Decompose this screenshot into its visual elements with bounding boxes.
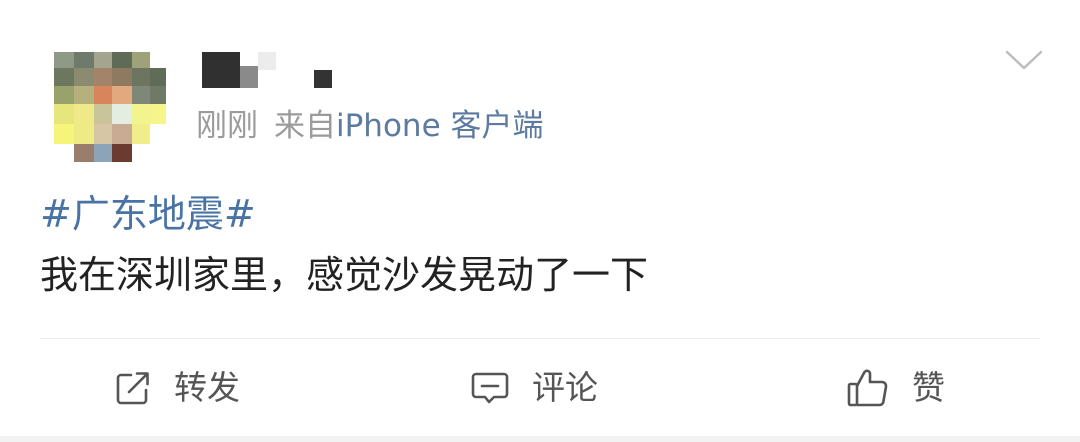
hashtag-link[interactable]: #广东地震# (40, 190, 256, 238)
like-button[interactable]: 赞 (846, 360, 945, 416)
source-prefix: 来自 (274, 108, 336, 144)
avatar[interactable] (54, 52, 166, 164)
repost-button[interactable]: 转发 (114, 360, 240, 416)
source-client-link[interactable]: iPhone 客户端 (336, 108, 544, 144)
username[interactable] (202, 50, 342, 90)
thumbs-up-icon (846, 367, 890, 409)
repost-label: 转发 (174, 368, 240, 407)
comment-icon (470, 369, 510, 407)
comment-label: 评论 (532, 368, 598, 407)
chevron-down-icon[interactable] (1004, 48, 1044, 72)
post-time: 刚刚 (196, 108, 258, 144)
bottom-separator (0, 436, 1080, 442)
post-meta: 刚刚 来自iPhone 客户端 (196, 106, 544, 146)
divider (40, 338, 1040, 339)
like-label: 赞 (912, 368, 945, 407)
share-icon (114, 369, 152, 407)
post-text: 我在深圳家里，感觉沙发晃动了一下 (40, 253, 649, 297)
comment-button[interactable]: 评论 (470, 360, 598, 416)
